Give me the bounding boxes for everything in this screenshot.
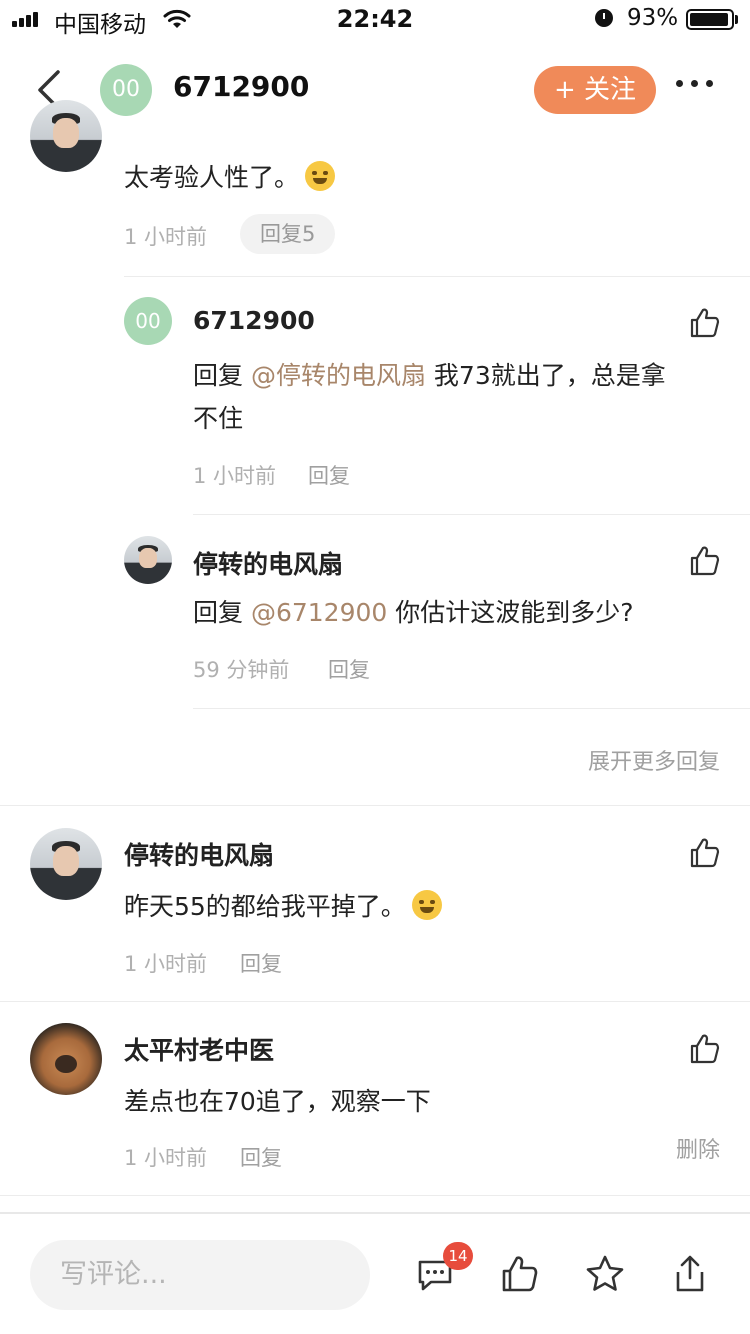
reply-text: 回复 @停转的电风扇 我73就出了，总是拿 不住 <box>193 361 666 433</box>
comment-text: 差点也在70追了，观察一下 <box>124 1087 431 1116</box>
grin-sweat-emoji <box>305 161 336 191</box>
status-bar: 中国移动 22:42 93% <box>0 0 750 40</box>
comment-time: 1 小时前 <box>124 1146 208 1170</box>
battery-percent: 93% <box>627 5 679 31</box>
avatar[interactable] <box>124 536 172 584</box>
avatar[interactable]: 00 <box>124 297 172 345</box>
comment-time: 1 小时前 <box>124 952 208 976</box>
expand-more-replies-link[interactable]: 展开更多回复 <box>588 744 720 776</box>
battery-tip <box>735 15 738 24</box>
divider <box>124 276 750 277</box>
battery-icon <box>686 9 734 30</box>
crying-emoji <box>411 890 442 920</box>
comment-username[interactable]: 停转的电风扇 <box>124 836 274 872</box>
comment-count-badge: 14 <box>443 1242 473 1270</box>
bottom-bar: 写评论... 14 <box>0 1212 750 1334</box>
reply-time: 1 小时前 <box>193 464 277 488</box>
divider <box>0 805 750 806</box>
header-avatar[interactable]: 00 <box>100 64 152 116</box>
like-icon[interactable] <box>688 544 722 578</box>
page-title[interactable]: 6712900 <box>173 70 309 103</box>
comment-time: 1 小时前 <box>124 225 208 249</box>
mention-link[interactable]: @6712900 <box>251 598 387 627</box>
like-icon[interactable] <box>688 836 722 870</box>
like-icon[interactable] <box>688 306 722 340</box>
reply-button[interactable]: 回复 <box>328 654 370 684</box>
follow-button[interactable]: + 关注 <box>534 66 656 114</box>
comment-text: 太考验人性了。 <box>124 156 336 199</box>
reply-username[interactable]: 6712900 <box>193 306 315 335</box>
divider <box>0 1195 750 1196</box>
mention-link[interactable]: @停转的电风扇 <box>251 361 426 390</box>
reply-count-button[interactable]: 回复5 <box>240 214 336 254</box>
like-icon[interactable] <box>500 1254 540 1294</box>
divider <box>0 1001 750 1002</box>
avatar[interactable] <box>30 828 102 900</box>
comment-username[interactable]: 太平村老中医 <box>124 1031 274 1067</box>
divider <box>193 708 750 709</box>
reply-button[interactable]: 回复 <box>308 460 350 490</box>
reply-button[interactable]: 回复 <box>240 1142 282 1172</box>
star-icon[interactable] <box>585 1254 625 1294</box>
reply-username[interactable]: 停转的电风扇 <box>193 545 343 581</box>
avatar[interactable] <box>30 1023 102 1095</box>
reply-text: 回复 @6712900 你估计这波能到多少? <box>193 598 634 627</box>
delete-button[interactable]: 删除 <box>676 1132 720 1164</box>
divider <box>193 514 750 515</box>
share-icon[interactable] <box>670 1254 710 1294</box>
avatar[interactable] <box>30 100 102 172</box>
alarm-icon <box>595 9 613 27</box>
more-icon[interactable] <box>676 80 713 87</box>
header: 00 6712900 + 关注 <box>0 40 750 140</box>
comment-text: 昨天55的都给我平掉了。 <box>124 885 442 928</box>
like-icon[interactable] <box>688 1032 722 1066</box>
reply-button[interactable]: 回复 <box>240 948 282 978</box>
comment-input[interactable]: 写评论... <box>30 1240 370 1310</box>
reply-time: 59 分钟前 <box>193 658 290 682</box>
